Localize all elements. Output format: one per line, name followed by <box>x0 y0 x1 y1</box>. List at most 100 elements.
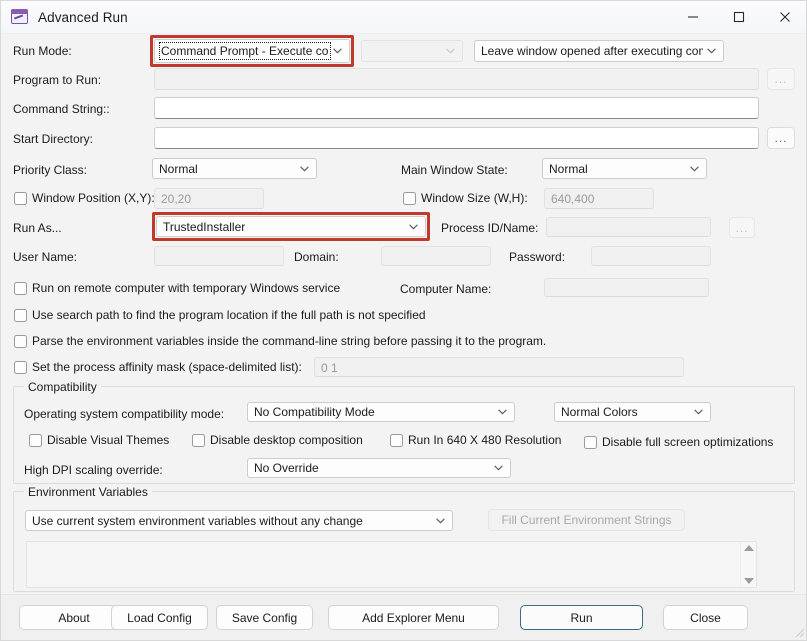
chevron-down-icon <box>707 48 716 54</box>
affinity-mask-checkbox[interactable]: Set the process affinity mask (space-del… <box>14 360 302 374</box>
start-directory-browse-button[interactable]: ... <box>767 127 795 149</box>
checkbox-box <box>403 191 416 205</box>
run-as-label: Run As... <box>13 221 62 235</box>
start-directory-label: Start Directory: <box>13 132 94 146</box>
priority-class-label: Priority Class: <box>13 163 88 177</box>
priority-class-value: Normal <box>159 161 198 176</box>
checkbox-box <box>14 308 27 322</box>
advanced-run-window: Advanced Run Run Mode: Command Prompt - … <box>0 0 807 641</box>
run-mode-label: Run Mode: <box>13 44 72 58</box>
environment-list-scrollbar[interactable] <box>740 542 756 587</box>
os-compat-mode-value: No Compatibility Mode <box>254 405 375 419</box>
disable-desktop-composition-label: Disable desktop composition <box>210 433 363 447</box>
environment-mode-combo[interactable]: Use current system environment variables… <box>25 510 453 531</box>
environment-variables-list[interactable] <box>26 541 757 588</box>
chevron-down-icon <box>409 223 418 230</box>
domain-label: Domain: <box>294 250 339 264</box>
window-position-label: Window Position (X,Y): <box>32 191 155 205</box>
remote-computer-checkbox[interactable]: Run on remote computer with temporary Wi… <box>14 281 340 295</box>
chevron-down-icon <box>694 409 703 415</box>
run-as-value: TrustedInstaller <box>163 219 246 234</box>
checkbox-box <box>192 433 205 447</box>
chevron-down-icon <box>446 48 455 54</box>
resize-grip-icon[interactable] <box>793 626 805 638</box>
priority-class-combo[interactable]: Normal <box>152 158 317 179</box>
window-size-checkbox[interactable]: Window Size (W,H): <box>403 191 528 205</box>
program-to-run-browse-button[interactable]: ... <box>767 68 795 90</box>
disable-fullscreen-opt-checkbox[interactable]: Disable full screen optimizations <box>584 435 773 449</box>
environment-variables-caption: Environment Variables <box>24 485 152 499</box>
window-position-checkbox[interactable]: Window Position (X,Y): <box>14 191 155 205</box>
color-mode-value: Normal Colors <box>561 405 638 419</box>
checkbox-box <box>14 334 27 348</box>
checkbox-box <box>14 281 27 295</box>
window-behavior-value: Leave window opened after executing comm… <box>481 44 703 58</box>
run-as-combo[interactable]: TrustedInstaller <box>156 216 426 237</box>
disable-fullscreen-opt-label: Disable full screen optimizations <box>602 435 774 449</box>
run-button[interactable]: Run <box>520 605 643 630</box>
dpi-override-value: No Override <box>254 461 319 475</box>
chevron-down-icon <box>494 465 503 471</box>
checkbox-box <box>390 433 403 447</box>
parse-env-label: Parse the environment variables inside t… <box>32 334 547 348</box>
main-window-state-label: Main Window State: <box>401 163 508 177</box>
checkbox-box <box>584 435 597 449</box>
user-name-input[interactable] <box>154 246 284 266</box>
disable-visual-themes-label: Disable Visual Themes <box>47 433 170 447</box>
search-path-label: Use search path to find the program loca… <box>32 308 426 322</box>
checkbox-box <box>14 191 27 205</box>
search-path-checkbox[interactable]: Use search path to find the program loca… <box>14 308 426 322</box>
parse-env-checkbox[interactable]: Parse the environment variables inside t… <box>14 334 546 348</box>
start-directory-input[interactable] <box>154 127 759 149</box>
close-icon[interactable] <box>762 1 806 33</box>
checkbox-box <box>14 360 27 374</box>
window-size-label: Window Size (W,H): <box>421 191 528 205</box>
load-config-button[interactable]: Load Config <box>111 605 208 630</box>
program-to-run-label: Program to Run: <box>13 73 102 87</box>
command-string-input[interactable] <box>154 97 759 119</box>
chevron-down-icon <box>333 48 342 54</box>
window-position-input[interactable]: 20,20 <box>154 188 264 209</box>
run-mode-value: Command Prompt - Execute comman <box>159 42 331 60</box>
window-title: Advanced Run <box>38 9 128 25</box>
password-input[interactable] <box>591 246 711 266</box>
run-640x480-checkbox[interactable]: Run In 640 X 480 Resolution <box>390 433 561 447</box>
close-button[interactable]: Close <box>663 605 748 630</box>
scroll-up-arrow-icon[interactable] <box>743 545 754 551</box>
minimize-icon[interactable] <box>670 1 716 33</box>
computer-name-label: Computer Name: <box>400 282 492 296</box>
save-config-button[interactable]: Save Config <box>216 605 313 630</box>
fill-current-environment-strings-button[interactable]: Fill Current Environment Strings <box>488 509 685 531</box>
user-name-label: User Name: <box>13 250 78 264</box>
dpi-override-combo[interactable]: No Override <box>247 458 511 478</box>
disable-desktop-composition-checkbox[interactable]: Disable desktop composition <box>192 433 363 447</box>
process-id-browse-button[interactable]: ... <box>729 217 755 238</box>
main-window-state-combo[interactable]: Normal <box>542 158 707 179</box>
affinity-mask-label: Set the process affinity mask (space-del… <box>32 360 302 374</box>
program-to-run-input[interactable] <box>154 68 759 90</box>
affinity-mask-input[interactable]: 0 1 <box>314 357 684 377</box>
disable-visual-themes-checkbox[interactable]: Disable Visual Themes <box>29 433 169 447</box>
add-explorer-menu-button[interactable]: Add Explorer Menu <box>328 605 499 630</box>
window-size-input[interactable]: 640,400 <box>544 188 654 209</box>
checkbox-box <box>29 433 42 447</box>
os-compat-mode-combo[interactable]: No Compatibility Mode <box>247 402 515 422</box>
computer-name-input[interactable] <box>544 278 709 297</box>
maximize-icon[interactable] <box>716 1 762 33</box>
process-id-input[interactable] <box>546 217 711 237</box>
environment-mode-value: Use current system environment variables… <box>32 513 363 528</box>
run-mode-secondary-combo[interactable] <box>361 40 463 62</box>
window-behavior-combo[interactable]: Leave window opened after executing comm… <box>474 40 724 62</box>
main-window-state-value: Normal <box>549 161 588 176</box>
window-controls <box>670 1 806 33</box>
domain-input[interactable] <box>381 246 491 266</box>
app-window-icon <box>11 9 29 25</box>
remote-computer-label: Run on remote computer with temporary Wi… <box>32 281 341 295</box>
title-bar: Advanced Run <box>1 1 806 34</box>
process-id-label: Process ID/Name: <box>441 221 539 235</box>
scroll-down-arrow-icon[interactable] <box>743 578 754 584</box>
dpi-override-label: High DPI scaling override: <box>24 463 163 477</box>
chevron-down-icon <box>690 165 699 172</box>
run-mode-combo[interactable]: Command Prompt - Execute comman <box>154 39 350 63</box>
color-mode-combo[interactable]: Normal Colors <box>554 402 711 422</box>
